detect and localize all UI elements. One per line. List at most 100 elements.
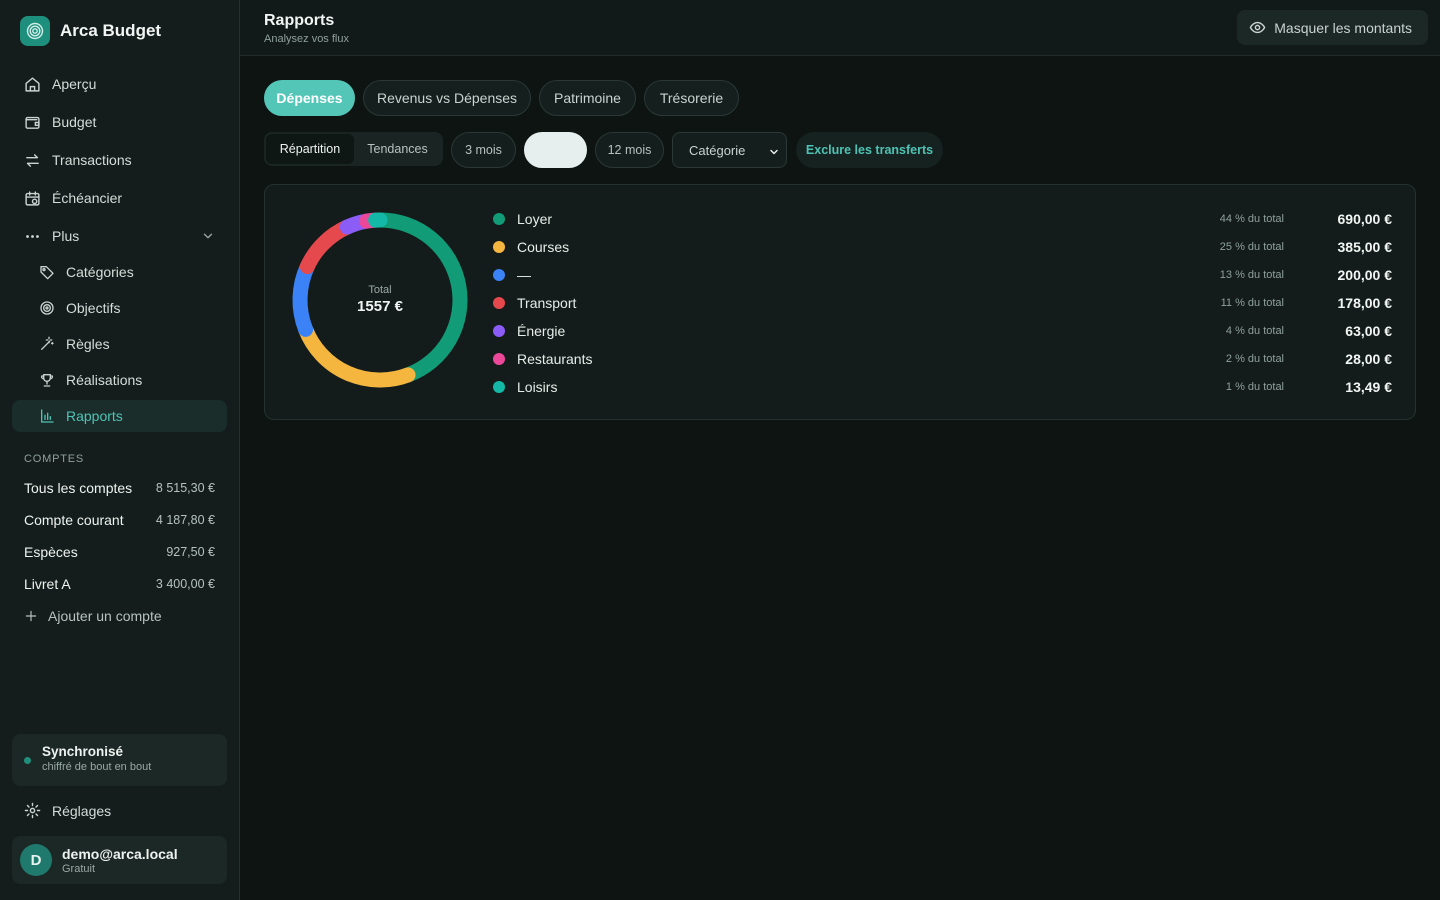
legend-row[interactable]: Énergie 4 % du total 63,00 € [493, 321, 1392, 341]
legend-row[interactable]: — 13 % du total 200,00 € [493, 265, 1392, 285]
legend-percent: 25 % du total [1219, 241, 1284, 253]
legend-percent: 13 % du total [1219, 269, 1284, 281]
legend-amount: 200,00 € [1337, 267, 1393, 283]
page-title: Rapports [264, 12, 335, 29]
tab-tresorerie[interactable]: Trésorerie [644, 80, 739, 116]
wallet-icon [25, 116, 40, 129]
sync-status-dot [24, 757, 31, 764]
legend-dot [493, 241, 505, 253]
user-menu[interactable]: D demo@arca.local Gratuit [12, 836, 227, 884]
gear-icon [24, 802, 41, 819]
tag-icon [40, 266, 54, 280]
add-account-button[interactable]: Ajouter un compte [24, 608, 162, 624]
chevron-down-icon [203, 233, 213, 239]
legend-category: Loisirs [517, 379, 558, 395]
account-balance: 4 187,80 € [155, 513, 215, 527]
donut-center-label: Total [368, 284, 392, 296]
sidebar: Arca Budget Aperçu Budget Transactions É… [0, 0, 240, 900]
legend-row[interactable]: Restaurants 2 % du total 28,00 € [493, 349, 1392, 369]
nav-echeancier[interactable]: Échéancier [12, 182, 227, 214]
nav-budget[interactable]: Budget [12, 106, 227, 138]
app-name: Arca Budget [60, 21, 162, 40]
page-header: Rapports Analysez vos flux Masquer les m… [240, 0, 1440, 56]
nav-regles[interactable]: Règles [12, 328, 227, 360]
account-item[interactable]: Compte courant 4 187,80 € [24, 512, 215, 528]
arrows-swap-icon [26, 153, 39, 167]
page-subtitle: Analysez vos flux [264, 33, 349, 45]
tab-patrimoine[interactable]: Patrimoine [539, 80, 636, 116]
nav-plus[interactable]: Plus [12, 220, 227, 252]
legend-category: Transport [517, 295, 577, 311]
legend-dot [493, 213, 505, 225]
legend-amount: 178,00 € [1337, 295, 1393, 311]
nav-realisations[interactable]: Réalisations [12, 364, 227, 396]
account-item[interactable]: Tous les comptes 8 515,30 € [24, 480, 215, 496]
tab-depenses[interactable]: Dépenses [264, 80, 355, 116]
period-3-months-button[interactable]: 3 mois [451, 132, 516, 168]
legend-percent: 44 % du total [1219, 213, 1284, 225]
account-balance: 8 515,30 € [155, 481, 215, 495]
settings-link[interactable]: Réglages [24, 802, 111, 819]
nav-objectifs[interactable]: Objectifs [12, 292, 227, 324]
tab-revenus-vs-depenses[interactable]: Revenus vs Dépenses [363, 80, 531, 116]
account-item[interactable]: Livret A 3 400,00 € [24, 576, 215, 592]
account-balance: 927,50 € [166, 545, 215, 559]
legend-amount: 63,00 € [1345, 323, 1392, 339]
legend-category: — [517, 267, 531, 283]
bar-chart-icon [41, 409, 54, 423]
legend-row[interactable]: Courses 25 % du total 385,00 € [493, 237, 1392, 257]
period-6-months-button[interactable]: 6 mois [524, 132, 587, 168]
nav-label: Budget [52, 114, 97, 130]
legend-percent: 4 % du total [1225, 325, 1284, 337]
more-dots-icon [26, 234, 39, 238]
eye-icon [1249, 21, 1266, 34]
add-account-label: Ajouter un compte [48, 608, 162, 624]
view-repartition-button[interactable]: Répartition [266, 134, 354, 164]
legend-category: Énergie [517, 323, 566, 339]
hide-amounts-button[interactable]: Masquer les montants [1237, 10, 1428, 45]
spending-breakdown-card: Total 1557 € Loyer 44 % du total 690,00 … [264, 184, 1416, 420]
nav-label: Règles [66, 336, 110, 352]
settings-label: Réglages [52, 802, 112, 819]
account-name: Tous les comptes [24, 480, 133, 496]
legend-row[interactable]: Loisirs 1 % du total 13,49 € [493, 377, 1392, 397]
hide-amounts-label: Masquer les montants [1274, 19, 1412, 36]
nav-label: Transactions [52, 152, 132, 168]
donut-center-total: 1557 € [357, 298, 403, 315]
donut-slice-3[interactable] [299, 219, 355, 275]
period-12-months-button[interactable]: 12 mois [595, 132, 664, 168]
view-tendances-button[interactable]: Tendances [354, 134, 441, 164]
nav-label: Échéancier [52, 190, 123, 206]
legend-row[interactable]: Transport 11 % du total 178,00 € [493, 293, 1392, 313]
logo-icon [20, 16, 50, 46]
donut-slice-1[interactable] [298, 321, 416, 388]
account-name: Compte courant [24, 512, 124, 528]
nav-label: Aperçu [52, 76, 97, 92]
user-email: demo@arca.local [62, 845, 178, 862]
group-by-select[interactable]: Catégorie [672, 132, 787, 168]
home-icon [25, 76, 40, 92]
legend-percent: 11 % du total [1220, 297, 1284, 309]
sync-status: Synchronisé chiffré de bout en bout [12, 734, 227, 786]
legend-amount: 690,00 € [1337, 211, 1393, 227]
group-by-value: Catégorie [689, 142, 746, 158]
exclude-transfers-toggle[interactable]: Exclure les transferts [796, 132, 943, 168]
account-item[interactable]: Espèces 927,50 € [24, 544, 215, 560]
legend-percent: 2 % du total [1225, 353, 1284, 365]
nav-label: Rapports [66, 408, 123, 424]
nav-transactions[interactable]: Transactions [12, 144, 227, 176]
nav-label: Objectifs [66, 300, 121, 316]
nav-categories[interactable]: Catégories [12, 256, 227, 288]
nav-apercu[interactable]: Aperçu [12, 68, 227, 100]
brand[interactable]: Arca Budget [20, 16, 161, 46]
legend-dot [493, 297, 505, 309]
nav-rapports[interactable]: Rapports [12, 400, 227, 432]
accounts-section-title: COMPTES [24, 453, 84, 465]
legend-amount: 28,00 € [1345, 351, 1392, 367]
account-name: Livret A [24, 576, 71, 592]
account-balance: 3 400,00 € [155, 577, 215, 591]
calendar-clock-icon [25, 190, 40, 206]
nav-label: Réalisations [66, 372, 143, 388]
legend-amount: 385,00 € [1337, 239, 1393, 255]
legend-row[interactable]: Loyer 44 % du total 690,00 € [493, 209, 1392, 229]
